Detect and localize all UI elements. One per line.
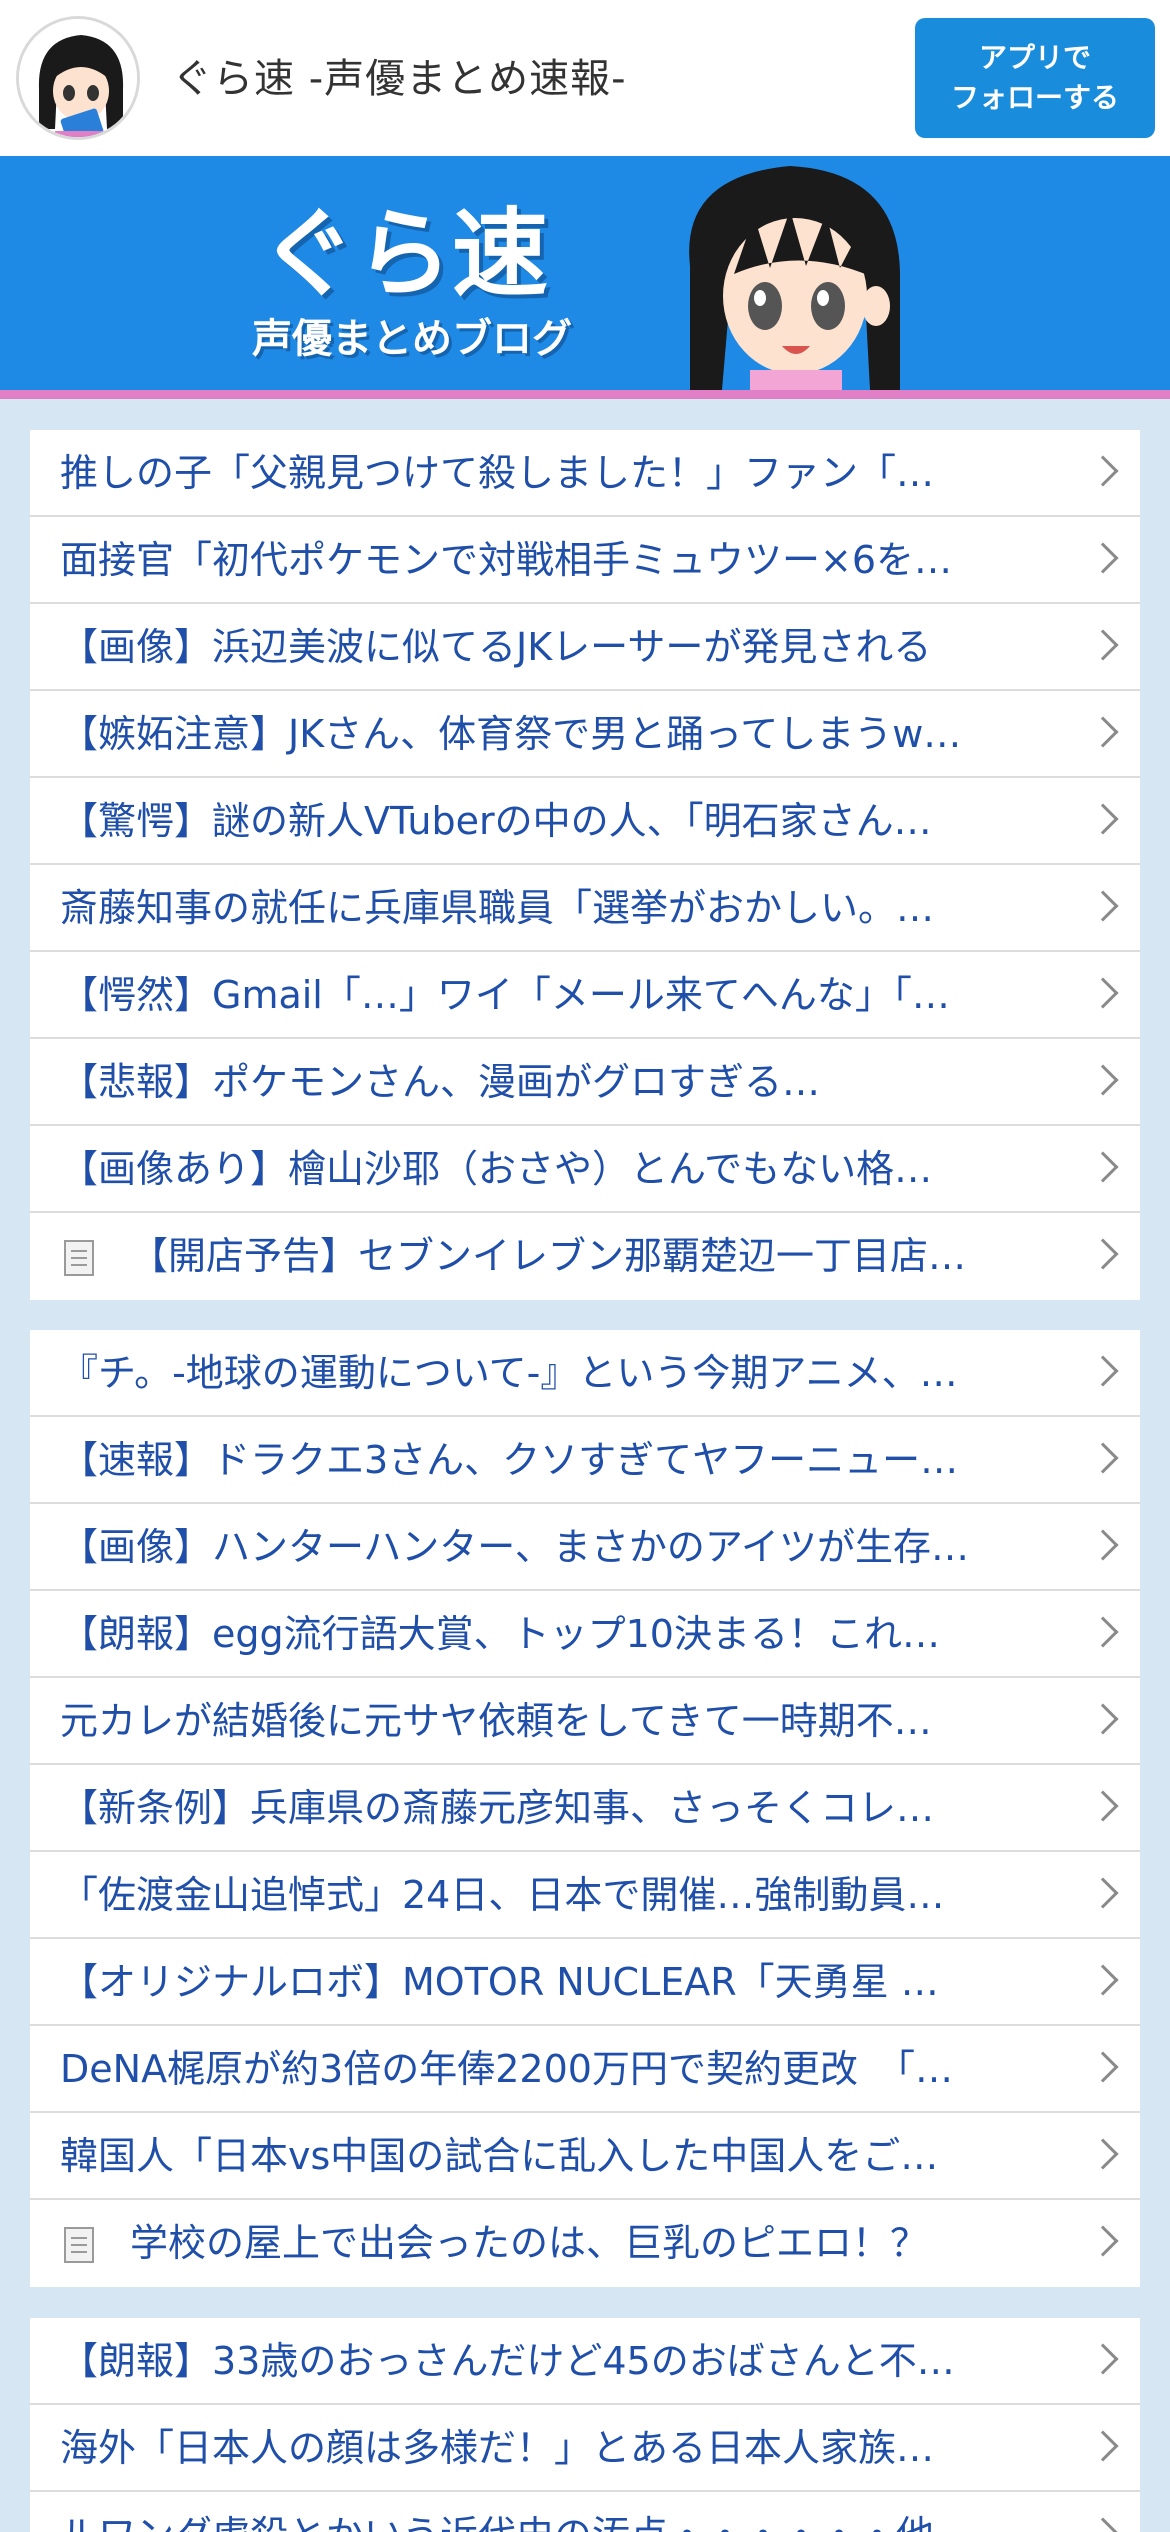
chevron-right-icon (1087, 2138, 1119, 2170)
list-item-title: 学校の屋上で出会ったのは、巨乳のピエロ！？ (130, 2221, 929, 2265)
chevron-right-icon (1087, 2225, 1119, 2257)
list-item[interactable]: 【オリジナルロボ】MOTOR NUCLEAR「天勇星 … (30, 1939, 1140, 2026)
chevron-right-icon (1087, 1064, 1119, 1096)
list-item[interactable]: 斎藤知事の就任に兵庫県職員「選挙がおかしい。… (30, 865, 1140, 952)
list-item-title: 【朗報】egg流行語大賞、トップ10決まる！これ… (60, 1612, 940, 1656)
list-item-title: 「佐渡金山追悼式」24日、日本で開催…強制動員… (60, 1873, 945, 1917)
document-icon (64, 1240, 94, 1276)
list-item-title: 『チ。-地球の運動について-』という今期アニメ、… (60, 1351, 958, 1395)
chevron-right-icon (1087, 890, 1119, 922)
list-item-title: 推しの子「父親見つけて殺しました！」ファン「… (60, 451, 935, 495)
list-item[interactable]: 【悲報】ポケモンさん、漫画がグロすぎる… (30, 1039, 1140, 1126)
list-item[interactable]: DeNA梶原が約3倍の年俸2200万円で契約更改 「… (30, 2026, 1140, 2113)
app-header: ぐら速 -声優まとめ速報- アプリで フォローする (0, 0, 1170, 156)
list-item-title: DeNA梶原が約3倍の年俸2200万円で契約更改 「… (60, 2047, 953, 2091)
list-item-title: 【愕然】Gmail「…」ワイ「メール来てへんな」「… (60, 973, 950, 1017)
chevron-right-icon (1087, 1790, 1119, 1822)
banner-logo-subtitle: 声優まとめブログ (252, 316, 572, 362)
list-item[interactable]: 学校の屋上で出会ったのは、巨乳のピエロ！？ (30, 2200, 1140, 2287)
chevron-right-icon (1087, 2051, 1119, 2083)
list-item[interactable]: 海外「日本人の顔は多様だ！」とある日本人家族… (30, 2405, 1140, 2492)
chevron-right-icon (1087, 1355, 1119, 1387)
list-item-title: 元カレが結婚後に元サヤ依頼をしてきて一時期不… (60, 1699, 932, 1743)
list-item[interactable]: 【画像】ハンターハンター、まさかのアイツが生存… (30, 1504, 1140, 1591)
list-item[interactable]: ルワンダ虐殺とかいう近代史の汚点・・・・・・他… (30, 2492, 1140, 2532)
list-item[interactable]: 【驚愕】謎の新人VTuberの中の人、「明石家さん… (30, 778, 1140, 865)
chevron-right-icon (1087, 2343, 1119, 2375)
chevron-right-icon (1087, 1529, 1119, 1561)
list-item-title: ルワンダ虐殺とかいう近代史の汚点・・・・・・他… (60, 2492, 1070, 2532)
link-list-2: 『チ。-地球の運動について-』という今期アニメ、… 【速報】ドラクエ3さん、クソ… (30, 1330, 1140, 2287)
site-title[interactable]: ぐら速 -声優まとめ速報- (172, 46, 627, 104)
list-item-title: 【驚愕】謎の新人VTuberの中の人、「明石家さん… (60, 799, 932, 843)
chevron-right-icon (1087, 1964, 1119, 1996)
list-item[interactable]: 元カレが結婚後に元サヤ依頼をしてきて一時期不… (30, 1678, 1140, 1765)
list-item[interactable]: 『チ。-地球の運動について-』という今期アニメ、… (30, 1330, 1140, 1417)
chevron-right-icon (1087, 1616, 1119, 1648)
list-item[interactable]: 【画像】浜辺美波に似てるJKレーサーが発見される (30, 604, 1140, 691)
list-item-title: 【画像】浜辺美波に似てるJKレーサーが発見される (60, 625, 932, 669)
chevron-right-icon (1087, 2430, 1119, 2462)
list-item[interactable]: 「佐渡金山追悼式」24日、日本で開催…強制動員… (30, 1852, 1140, 1939)
chevron-right-icon (1087, 1151, 1119, 1183)
chevron-right-icon (1087, 542, 1119, 574)
banner-logo-title: ぐら速 (260, 198, 548, 310)
link-list-3: 【朗報】33歳のおっさんだけど45のおばさんと不… 海外「日本人の顔は多様だ！」… (30, 2318, 1140, 2532)
link-list-1: 推しの子「父親見つけて殺しました！」ファン「… 面接官「初代ポケモンで対戦相手ミ… (30, 430, 1140, 1300)
chevron-right-icon (1087, 803, 1119, 835)
list-item-title: 韓国人「日本vs中国の試合に乱入した中国人をご… (60, 2134, 939, 2178)
chevron-right-icon (1087, 716, 1119, 748)
list-item-title: 【オリジナルロボ】MOTOR NUCLEAR「天勇星 … (60, 1960, 939, 2004)
chevron-right-icon (1087, 629, 1119, 661)
chevron-right-icon (1087, 1703, 1119, 1735)
list-item[interactable]: 韓国人「日本vs中国の試合に乱入した中国人をご… (30, 2113, 1140, 2200)
follow-in-app-button[interactable]: アプリで フォローする (915, 18, 1155, 138)
mascot-illustration-icon (689, 166, 900, 390)
list-item-title: 【画像】ハンターハンター、まさかのアイツが生存… (60, 1525, 969, 1569)
list-item[interactable]: 【朗報】33歳のおっさんだけど45のおばさんと不… (30, 2318, 1140, 2405)
mascot-avatar-icon (19, 19, 137, 137)
chevron-right-icon (1087, 1877, 1119, 1909)
chevron-right-icon (1087, 1442, 1119, 1474)
list-item[interactable]: 推しの子「父親見つけて殺しました！」ファン「… (30, 430, 1140, 517)
list-item-title: 海外「日本人の顔は多様だ！」とある日本人家族… (60, 2426, 935, 2470)
list-item-title: 【画像あり】檜山沙耶（おさや）とんでもない格… (60, 1147, 933, 1191)
document-icon (64, 2227, 94, 2263)
list-item[interactable]: 【画像あり】檜山沙耶（おさや）とんでもない格… (30, 1126, 1140, 1213)
list-item-title: 【新条例】兵庫県の斎藤元彦知事、さっそくコレ… (60, 1786, 935, 1830)
list-item-title: 【開店予告】セブンイレブン那覇楚辺一丁目店… (130, 1234, 967, 1278)
list-item[interactable]: 【朗報】egg流行語大賞、トップ10決まる！これ… (30, 1591, 1140, 1678)
list-item[interactable]: 【愕然】Gmail「…」ワイ「メール来てへんな」「… (30, 952, 1140, 1039)
list-item-title: 【嫉妬注意】JKさん、体育祭で男と踊ってしまうw… (60, 712, 962, 756)
banner-accent-bar (0, 390, 1170, 399)
blog-avatar[interactable] (16, 16, 140, 140)
list-item-title: 【速報】ドラクエ3さん、クソすぎてヤフーニュー… (60, 1438, 959, 1482)
list-item-title: 【悲報】ポケモンさん、漫画がグロすぎる… (60, 1060, 821, 1104)
chevron-right-icon (1087, 1238, 1119, 1270)
chevron-right-icon (1087, 2517, 1119, 2532)
list-item[interactable]: 【新条例】兵庫県の斎藤元彦知事、さっそくコレ… (30, 1765, 1140, 1852)
follow-button-line2: フォローする (950, 81, 1119, 114)
list-item-title: 【朗報】33歳のおっさんだけど45のおばさんと不… (60, 2339, 955, 2383)
list-item[interactable]: 【嫉妬注意】JKさん、体育祭で男と踊ってしまうw… (30, 691, 1140, 778)
chevron-right-icon (1087, 455, 1119, 487)
list-item[interactable]: 面接官「初代ポケモンで対戦相手ミュウツー×6を… (30, 517, 1140, 604)
chevron-right-icon (1087, 977, 1119, 1009)
list-item-title: 斎藤知事の就任に兵庫県職員「選挙がおかしい。… (60, 886, 935, 930)
blog-banner[interactable]: ぐら速 声優まとめブログ (0, 156, 1170, 390)
list-item[interactable]: 【速報】ドラクエ3さん、クソすぎてヤフーニュー… (30, 1417, 1140, 1504)
follow-button-line1: アプリで (978, 41, 1091, 74)
list-item[interactable]: 【開店予告】セブンイレブン那覇楚辺一丁目店… (30, 1213, 1140, 1300)
list-item-title: 面接官「初代ポケモンで対戦相手ミュウツー×6を… (60, 538, 953, 582)
